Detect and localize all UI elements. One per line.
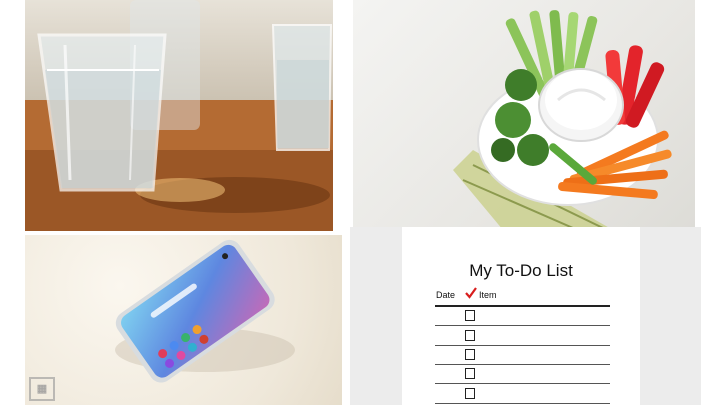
smartphone-image: ▦: [25, 235, 342, 405]
todo-paper: My To-Do List Date Item: [402, 227, 640, 405]
todo-item-header: Item: [479, 290, 497, 300]
todo-checkbox-3: [465, 349, 475, 360]
header-rule: [435, 305, 610, 307]
vegetable-platter-illustration: [453, 10, 672, 228]
vegetable-platter-image: [353, 0, 695, 228]
checkmark-icon: [465, 287, 477, 299]
todo-checkbox-1: [465, 310, 475, 321]
row-rule-3: [435, 364, 610, 365]
row-rule-4: [435, 383, 610, 384]
row-rule-2: [435, 345, 610, 346]
row-rule-5: [435, 403, 610, 404]
dip-cup: [538, 68, 624, 142]
todo-checkbox-4: [465, 368, 475, 379]
smartphone-illustration: [115, 239, 295, 383]
water-glasses-illustration: [25, 0, 333, 231]
todo-checkbox-2: [465, 330, 475, 341]
todo-checkbox-5: [465, 388, 475, 399]
row-rule-1: [435, 325, 610, 326]
water-glasses-image: [25, 0, 333, 231]
todo-list-image: My To-Do List Date Item: [350, 227, 701, 405]
todo-date-header: Date: [436, 290, 456, 300]
watermark-logo: ▦: [29, 377, 55, 401]
todo-title: My To-Do List: [469, 261, 573, 280]
